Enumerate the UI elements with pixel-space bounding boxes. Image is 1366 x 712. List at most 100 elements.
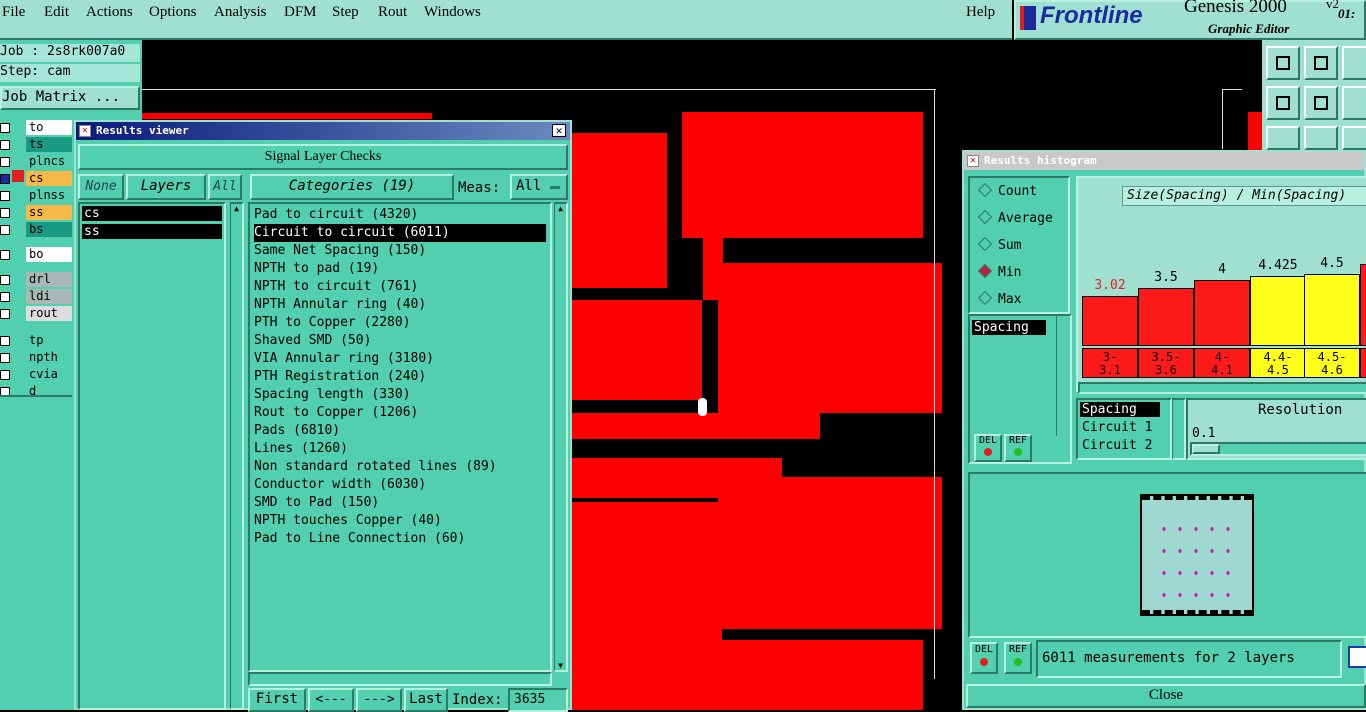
layer-name[interactable]: drl [26, 272, 72, 287]
menu-rout[interactable]: Rout [378, 4, 407, 21]
chart-hscrollbar[interactable] [1078, 382, 1366, 394]
mode-radio[interactable]: Min [977, 263, 1021, 285]
layer-row[interactable]: d [0, 384, 72, 400]
ref-button[interactable]: REF [1004, 642, 1032, 674]
layer-item[interactable]: cs [82, 206, 222, 221]
tool-align-icon[interactable] [1266, 126, 1300, 150]
first-button[interactable]: First [248, 688, 306, 712]
layer-name[interactable]: tp [26, 333, 72, 348]
layer-name[interactable]: cs [26, 171, 72, 186]
layers-scrollbar[interactable]: ▲ [230, 202, 244, 710]
histogram-bar[interactable] [1138, 288, 1194, 346]
layer-checkbox[interactable] [0, 123, 10, 133]
layer-row[interactable]: bo [0, 247, 72, 263]
del-button[interactable]: DEL [974, 434, 1002, 462]
layer-checkbox[interactable] [0, 174, 10, 184]
layer-item[interactable]: ss [82, 224, 222, 239]
menu-options[interactable]: Options [149, 4, 197, 21]
scroll-up-icon[interactable]: ▲ [231, 204, 242, 213]
menu-edit[interactable]: Edit [44, 4, 69, 21]
last-button[interactable]: Last [404, 688, 448, 712]
layer-row[interactable]: plnss [0, 188, 72, 204]
histogram-bar[interactable] [1250, 276, 1306, 346]
close-button[interactable]: Close [966, 684, 1366, 708]
category-item[interactable]: NPTH to pad (19) [254, 260, 379, 278]
field-item[interactable]: Circuit 2 [1082, 438, 1152, 453]
histogram-bar[interactable] [1082, 296, 1138, 346]
layer-row[interactable]: to [0, 120, 72, 136]
category-item[interactable]: Shaved SMD (50) [254, 332, 371, 350]
tool-flip-icon[interactable] [1342, 126, 1366, 150]
layer-row[interactable]: plncs [0, 154, 72, 170]
layer-name[interactable]: bs [26, 222, 72, 237]
layer-checkbox[interactable] [0, 353, 10, 363]
tool-grid-icon[interactable] [1342, 46, 1366, 80]
resolution-slider[interactable] [1190, 442, 1366, 456]
layer-checkbox[interactable] [0, 208, 10, 218]
layer-checkbox[interactable] [0, 275, 10, 285]
field-scrollbar[interactable] [1172, 398, 1186, 460]
category-item[interactable]: NPTH to circuit (761) [254, 278, 418, 296]
category-item[interactable]: NPTH touches Copper (40) [254, 512, 442, 530]
mode-radio[interactable]: Max [977, 290, 1021, 312]
layer-row[interactable]: cs [0, 170, 72, 187]
menu-step[interactable]: Step [332, 4, 359, 21]
layer-row[interactable]: ts [0, 137, 72, 153]
category-item[interactable]: Pads (6810) [254, 422, 340, 440]
close-icon[interactable]: ✕ [552, 124, 566, 137]
category-item[interactable]: Pad to circuit (4320) [254, 206, 418, 224]
layer-checkbox[interactable] [0, 292, 10, 302]
layer-row[interactable]: ldi [0, 289, 72, 305]
histogram-bar[interactable] [1360, 264, 1366, 346]
scroll-down-icon[interactable]: ▼ [555, 661, 566, 670]
menu-windows[interactable]: Windows [424, 4, 481, 21]
layer-row[interactable]: npth [0, 350, 72, 366]
layer-name[interactable]: npth [26, 350, 72, 365]
layer-row[interactable]: ss [0, 205, 72, 221]
layer-checkbox[interactable] [0, 370, 10, 380]
next-button[interactable]: ---> [356, 688, 402, 712]
layer-name[interactable]: to [26, 120, 72, 135]
category-item[interactable]: Circuit to circuit (6011) [254, 224, 546, 242]
tool-center-icon[interactable] [1304, 126, 1338, 150]
mode-radio[interactable]: Count [977, 182, 1037, 204]
index-field[interactable]: 3635 [508, 688, 568, 712]
category-item[interactable]: VIA Annular ring (3180) [254, 350, 434, 368]
tool-right-icon[interactable] [1304, 86, 1338, 120]
layer-name[interactable]: ss [26, 205, 72, 220]
category-item[interactable]: NPTH Annular ring (40) [254, 296, 426, 314]
layer-checkbox[interactable] [0, 250, 10, 260]
ref-button[interactable]: REF [1004, 434, 1032, 462]
category-item[interactable]: PTH Registration (240) [254, 368, 426, 386]
menu-file[interactable]: File [2, 4, 25, 21]
meas-dropdown[interactable]: All [510, 174, 568, 200]
category-item[interactable]: Conductor width (6030) [254, 476, 426, 494]
category-item[interactable]: Pad to Line Connection (60) [254, 530, 465, 548]
category-item[interactable]: Same Net Spacing (150) [254, 242, 426, 260]
categories-hscrollbar[interactable] [248, 672, 552, 686]
layer-checkbox[interactable] [0, 140, 10, 150]
category-item[interactable]: Non standard rotated lines (89) [254, 458, 497, 476]
tool-export-icon[interactable] [1304, 46, 1338, 80]
layer-checkbox[interactable] [0, 191, 10, 201]
layer-row[interactable]: cvia [0, 367, 72, 383]
histogram-bar[interactable] [1194, 280, 1250, 346]
menu-dfm[interactable]: DFM [284, 4, 317, 21]
measure-scrollbar[interactable] [1056, 316, 1070, 436]
menu-actions[interactable]: Actions [86, 4, 133, 21]
category-item[interactable]: Lines (1260) [254, 440, 348, 458]
layer-name[interactable]: cvia [26, 367, 72, 382]
category-item[interactable]: Rout to Copper (1206) [254, 404, 418, 422]
prev-button[interactable]: <--- [308, 688, 354, 712]
layer-name[interactable]: rout [26, 306, 72, 321]
layer-row[interactable]: rout [0, 306, 72, 322]
all-button[interactable]: All [208, 174, 242, 200]
report-icon[interactable] [1348, 646, 1366, 668]
tool-import-icon[interactable] [1266, 46, 1300, 80]
histogram-bar[interactable] [1304, 274, 1360, 346]
layer-checkbox[interactable] [0, 309, 10, 319]
layer-row[interactable]: bs [0, 222, 72, 238]
layer-checkbox[interactable] [0, 336, 10, 346]
layer-name[interactable]: plncs [26, 154, 72, 169]
layer-name[interactable]: bo [26, 247, 72, 262]
